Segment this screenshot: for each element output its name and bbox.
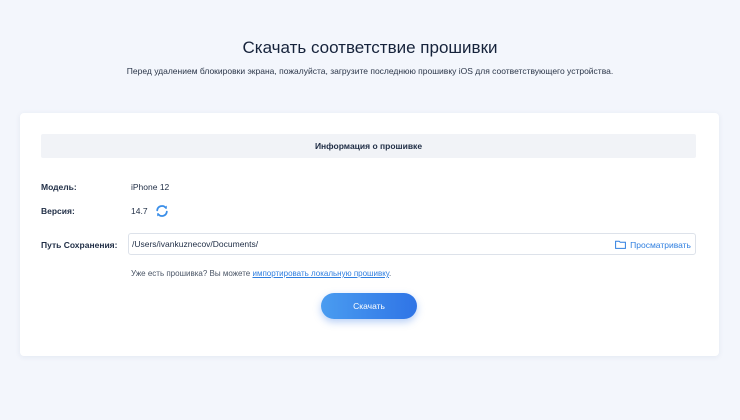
save-path-input[interactable] xyxy=(129,235,592,253)
import-hint: Уже есть прошивка? Вы можете импортирова… xyxy=(131,269,391,278)
model-label: Модель: xyxy=(41,182,77,192)
hint-prefix: Уже есть прошивка? Вы можете xyxy=(131,269,253,278)
refresh-icon[interactable] xyxy=(155,204,169,218)
save-path-label: Путь Сохранения: xyxy=(41,240,118,250)
download-button[interactable]: Скачать xyxy=(321,293,417,319)
version-value: 14.7 xyxy=(131,206,148,216)
model-value: iPhone 12 xyxy=(131,182,170,192)
page-title: Скачать соответствие прошивки xyxy=(242,38,498,57)
firmware-card: Информация о прошивке Модель: iPhone 12 … xyxy=(20,113,719,356)
browse-button[interactable]: Просматривать xyxy=(615,238,691,252)
folder-icon xyxy=(615,240,627,251)
section-header: Информация о прошивке xyxy=(41,134,696,158)
page-subtitle: Перед удалением блокировки экрана, пожал… xyxy=(126,66,614,76)
save-path-field: Просматривать xyxy=(128,233,696,255)
version-label: Версия: xyxy=(41,206,75,216)
hint-suffix: . xyxy=(388,269,392,278)
browse-label: Просматривать xyxy=(630,240,691,250)
import-local-firmware-link[interactable]: импортировать локальную прошивку xyxy=(252,269,389,278)
